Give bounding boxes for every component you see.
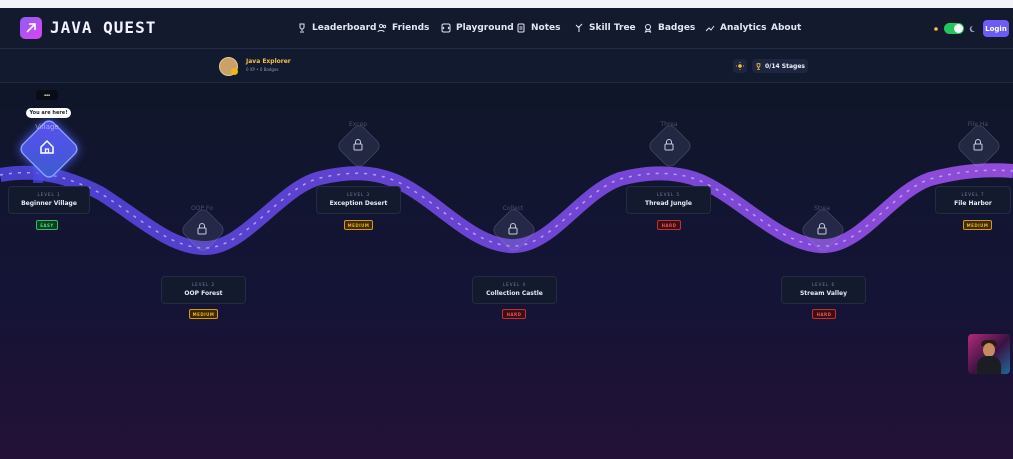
browser-top-strip [0,0,1013,8]
level-card-4[interactable]: LEVEL 4 Collection Castle [472,276,557,304]
difficulty-badge: EASY [36,220,58,230]
stages-progress[interactable]: 0/14 Stages [752,59,808,73]
avatar-level-badge [231,68,238,75]
level-node-7[interactable]: File Ha [955,121,1003,170]
trophy-icon [299,23,305,33]
app-logo-icon[interactable] [20,17,42,39]
sun-icon [934,26,938,31]
app-title[interactable]: JAVA QUEST [50,18,156,37]
nav-label: Notes [531,23,561,33]
nav-label: Skill Tree [589,23,636,33]
level-name: OOP Forest [184,290,223,297]
lock-icon [508,223,518,235]
level-ghost-label: Excep [348,121,368,128]
nav-label: Badges [658,23,696,33]
webcam-overlay [968,334,1010,374]
level-card-7[interactable]: LEVEL 7 File Harbor [935,186,1011,214]
level-ghost-label: OOP Fo [191,205,213,212]
level-node-5[interactable]: Threa [646,121,694,170]
level-map: ▪▪▪ Village You are here! LEVEL 1 Beginn… [0,83,1013,459]
theme-toggle-group [932,23,976,34]
profile-name: Java Explorer [246,58,291,65]
nav-leaderboard[interactable]: Leaderboard [297,21,376,35]
level-number: LEVEL 1 [37,192,61,197]
level-ghost-label: Collect [502,205,524,212]
nav-notes[interactable]: Notes [516,21,560,35]
map-path [0,143,1013,256]
nav-label: Playground [456,23,514,33]
nav-playground[interactable]: Playground [441,21,514,35]
nav-label: Leaderboard [312,23,377,33]
level-card-6[interactable]: LEVEL 6 Stream Valley [781,276,866,304]
level-node-1[interactable]: Village [17,117,81,181]
navbar: JAVA QUEST Leaderboard Friends Playgroun… [0,8,1013,49]
level-number: LEVEL 3 [346,192,371,197]
badge-icon [644,24,652,33]
level-card-5[interactable]: LEVEL 5 Thread Jungle [626,186,711,214]
level-ghost-label: Strea [814,205,830,212]
mini-logo-icon: ▪▪▪ [36,90,58,100]
level-node-6[interactable]: Strea [799,205,847,254]
webcam-face [983,343,995,357]
level-number: LEVEL 6 [811,282,836,287]
login-button[interactable]: Login [983,20,1009,37]
notes-icon [517,23,525,33]
level-ghost-label: Threa [660,121,678,128]
home-icon [40,139,54,154]
level-card-1[interactable]: LEVEL 1 Beginner Village [8,186,90,214]
level-name: Beginner Village [21,200,77,207]
level-name: Collection Castle [486,290,543,297]
level-name: Stream Valley [799,290,848,297]
lock-icon [973,139,983,151]
tree-icon [575,23,583,32]
trophy-icon [756,62,761,70]
you-are-here-tooltip: You are here! [26,108,71,118]
level-node-3[interactable]: Excep [335,121,383,170]
difficulty-badge: MEDIUM [189,309,218,319]
profile-stats: 0 XP • 0 Badges [246,67,279,72]
nav-label: About [771,23,802,33]
moon-icon [969,25,975,32]
difficulty-badge: HARD [502,309,526,319]
lock-icon [817,223,827,235]
nav-analytics[interactable]: Analytics [705,21,766,35]
nav-label: Analytics [720,23,767,33]
profile-bar: Java Explorer 0 XP • 0 Badges 0/14 Stage… [0,49,1013,83]
nav-badges[interactable]: Badges [643,21,695,35]
level-number: LEVEL 4 [502,282,527,287]
theme-toggle[interactable] [944,23,964,34]
level-node-4[interactable]: Collect [490,205,538,254]
webcam-body [977,356,1001,374]
nav-label: Friends [392,23,430,33]
stages-label: 0/14 Stages [765,62,805,70]
difficulty-badge: MEDIUM [963,220,992,230]
lock-icon [353,139,363,151]
users-icon [377,23,387,33]
sun-icon [736,62,744,70]
level-name: File Harbor [954,200,992,207]
difficulty-badge: MEDIUM [344,220,373,230]
code-icon [441,23,451,33]
level-card-2[interactable]: LEVEL 2 OOP Forest [161,276,246,304]
difficulty-badge: HARD [812,309,836,319]
level-number: LEVEL 5 [656,192,681,197]
daily-bonus-button[interactable] [733,59,747,73]
toggle-knob [954,24,963,33]
level-ghost-label: File Ha [967,121,989,128]
nav-about[interactable]: About [771,21,801,35]
trend-icon [705,25,715,32]
level-ghost-label: Village [35,123,59,131]
level-node-2[interactable]: OOP Fo [179,205,227,254]
level-number: LEVEL 7 [961,192,985,197]
level-name: Exception Desert [329,200,388,207]
nav-skill-tree[interactable]: Skill Tree [574,21,636,35]
lock-icon [197,223,207,235]
level-number: LEVEL 2 [191,282,216,287]
level-card-3[interactable]: LEVEL 3 Exception Desert [316,186,401,214]
nav-friends[interactable]: Friends [377,21,429,35]
level-name: Thread Jungle [644,200,693,207]
difficulty-badge: HARD [657,220,681,230]
lock-icon [664,139,674,151]
